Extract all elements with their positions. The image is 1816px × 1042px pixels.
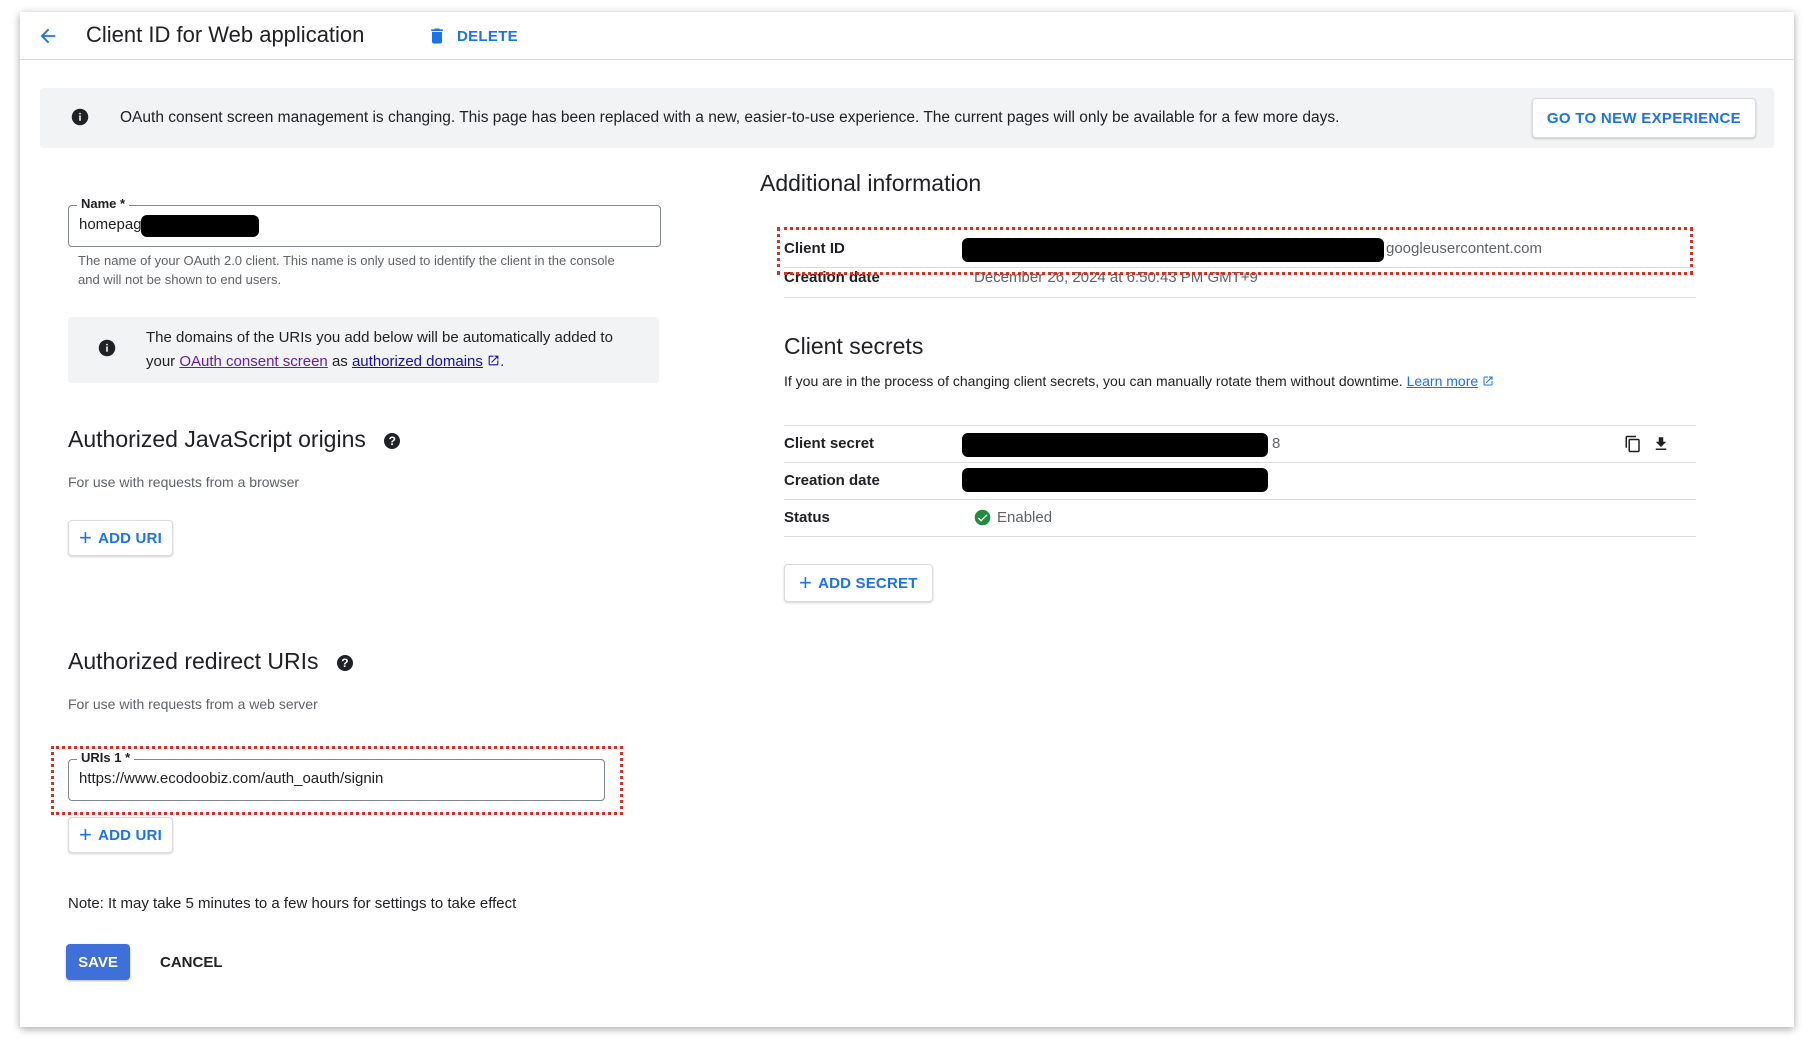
js-origins-title-text: Authorized JavaScript origins	[68, 426, 366, 452]
delete-button[interactable]: DELETE	[427, 20, 518, 52]
redirect-uri-value: https://www.ecodoobiz.com/auth_oauth/sig…	[79, 770, 384, 787]
info-icon	[71, 108, 89, 126]
redirect-uris-title-text: Authorized redirect URIs	[68, 648, 319, 674]
name-field[interactable]: Name * homepag	[68, 196, 661, 247]
redirect-uris-title: Authorized redirect URIs ?	[68, 648, 353, 675]
redaction-mark	[962, 468, 1268, 492]
page-title: Client ID for Web application	[86, 22, 365, 47]
plus-icon: +	[79, 525, 93, 550]
redirect-uris-subtitle: For use with requests from a web server	[68, 696, 318, 712]
go-to-new-experience-button[interactable]: GO TO NEW EXPERIENCE	[1531, 98, 1756, 138]
oauth-client-page: Client ID for Web application DELETE OAu…	[20, 12, 1794, 1027]
download-icon[interactable]	[1652, 435, 1670, 453]
redirect-uri-label: URIs 1 *	[77, 750, 135, 765]
domains-info-mid: as	[331, 353, 348, 370]
js-origins-subtitle: For use with requests from a browser	[68, 474, 300, 490]
domains-info-box: The domains of the URIs you add below wi…	[68, 317, 659, 383]
save-button[interactable]: SAVE	[66, 944, 130, 980]
client-secrets-description: If you are in the process of changing cl…	[784, 373, 1494, 389]
authorized-domains-label: authorized domains	[351, 353, 483, 370]
status-row: Status Enabled	[784, 500, 1696, 537]
check-circle-icon	[974, 509, 991, 526]
client-secret-suffix: 8	[1272, 435, 1281, 452]
name-field-helper: The name of your OAuth 2.0 client. This …	[78, 253, 615, 287]
additional-info-title: Additional information	[760, 170, 982, 196]
arrow-back-icon	[40, 28, 56, 44]
add-uri-label: ADD URI	[98, 529, 162, 547]
help-icon[interactable]: ?	[336, 654, 353, 671]
add-secret-button[interactable]: + ADD SECRET	[784, 564, 933, 602]
learn-more-label: Learn more	[1406, 373, 1479, 389]
trash-icon	[431, 28, 443, 44]
add-js-origin-button[interactable]: + ADD URI	[68, 520, 173, 556]
external-link-icon	[488, 355, 499, 366]
delete-label: DELETE	[457, 27, 518, 45]
add-uri-label: ADD URI	[98, 826, 162, 844]
back-button[interactable]	[30, 18, 66, 54]
top-bar: Client ID for Web application DELETE	[20, 12, 1794, 60]
plus-icon: +	[799, 570, 813, 595]
name-field-value: homepag	[79, 216, 142, 233]
redaction-mark	[962, 433, 1268, 457]
domains-info-text: The domains of the URIs you add below wi…	[146, 326, 626, 374]
authorized-domains-link[interactable]: authorized domains	[352, 353, 483, 370]
client-secret-row: Client secret 8	[784, 426, 1696, 463]
name-field-label: Name *	[77, 196, 130, 211]
oauth-consent-screen-link[interactable]: OAuth consent screen	[179, 353, 327, 370]
banner-text: OAuth consent screen management is chang…	[120, 109, 1340, 126]
plus-icon: +	[79, 822, 93, 847]
migration-banner: OAuth consent screen management is chang…	[40, 88, 1774, 148]
redaction-mark	[141, 215, 259, 237]
settings-note: Note: It may take 5 minutes to a few hou…	[68, 895, 517, 912]
status-label: Status	[784, 509, 830, 526]
secret-creation-date-label: Creation date	[784, 472, 880, 489]
info-icon	[98, 339, 116, 357]
cancel-button[interactable]: CANCEL	[160, 944, 223, 980]
learn-more-link[interactable]: Learn more	[1407, 373, 1479, 389]
copy-icon[interactable]	[1624, 435, 1642, 453]
highlight-client-id	[777, 227, 1693, 275]
client-secret-label: Client secret	[784, 435, 875, 452]
status-value: Enabled	[974, 509, 1052, 526]
client-secrets-title: Client secrets	[784, 333, 924, 359]
secret-creation-date-row: Creation date	[784, 463, 1696, 500]
help-icon[interactable]: ?	[384, 432, 401, 449]
add-redirect-uri-button[interactable]: + ADD URI	[68, 817, 173, 853]
external-link-icon	[1483, 376, 1493, 386]
js-origins-title: Authorized JavaScript origins ?	[68, 426, 401, 453]
client-secrets-description-text: If you are in the process of changing cl…	[784, 373, 1403, 389]
redirect-uri-field[interactable]: URIs 1 * https://www.ecodoobiz.com/auth_…	[68, 750, 605, 801]
status-value-text: Enabled	[997, 509, 1053, 526]
add-secret-label: ADD SECRET	[818, 574, 918, 592]
domains-info-end: .	[500, 353, 505, 370]
